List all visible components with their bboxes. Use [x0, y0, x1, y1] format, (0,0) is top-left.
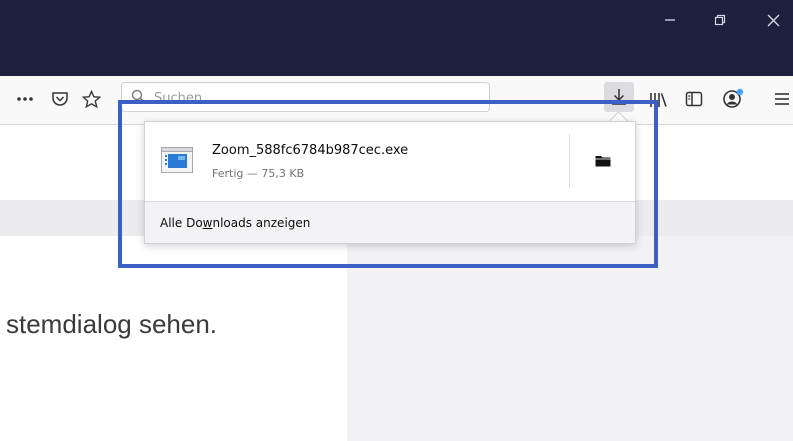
account-icon[interactable]	[720, 87, 746, 109]
close-icon[interactable]	[750, 0, 793, 40]
star-icon[interactable]	[79, 88, 103, 110]
highlight-annotation-box	[118, 100, 658, 268]
pocket-icon[interactable]	[48, 88, 72, 110]
restore-icon[interactable]	[697, 0, 743, 40]
sidebar-icon[interactable]	[682, 88, 706, 110]
window-titlebar	[0, 0, 793, 76]
page-body-text: stemdialog sehen.	[6, 309, 218, 339]
ellipsis-icon[interactable]	[12, 88, 38, 110]
minimize-icon[interactable]	[647, 0, 693, 40]
hamburger-menu-icon[interactable]	[772, 88, 792, 110]
